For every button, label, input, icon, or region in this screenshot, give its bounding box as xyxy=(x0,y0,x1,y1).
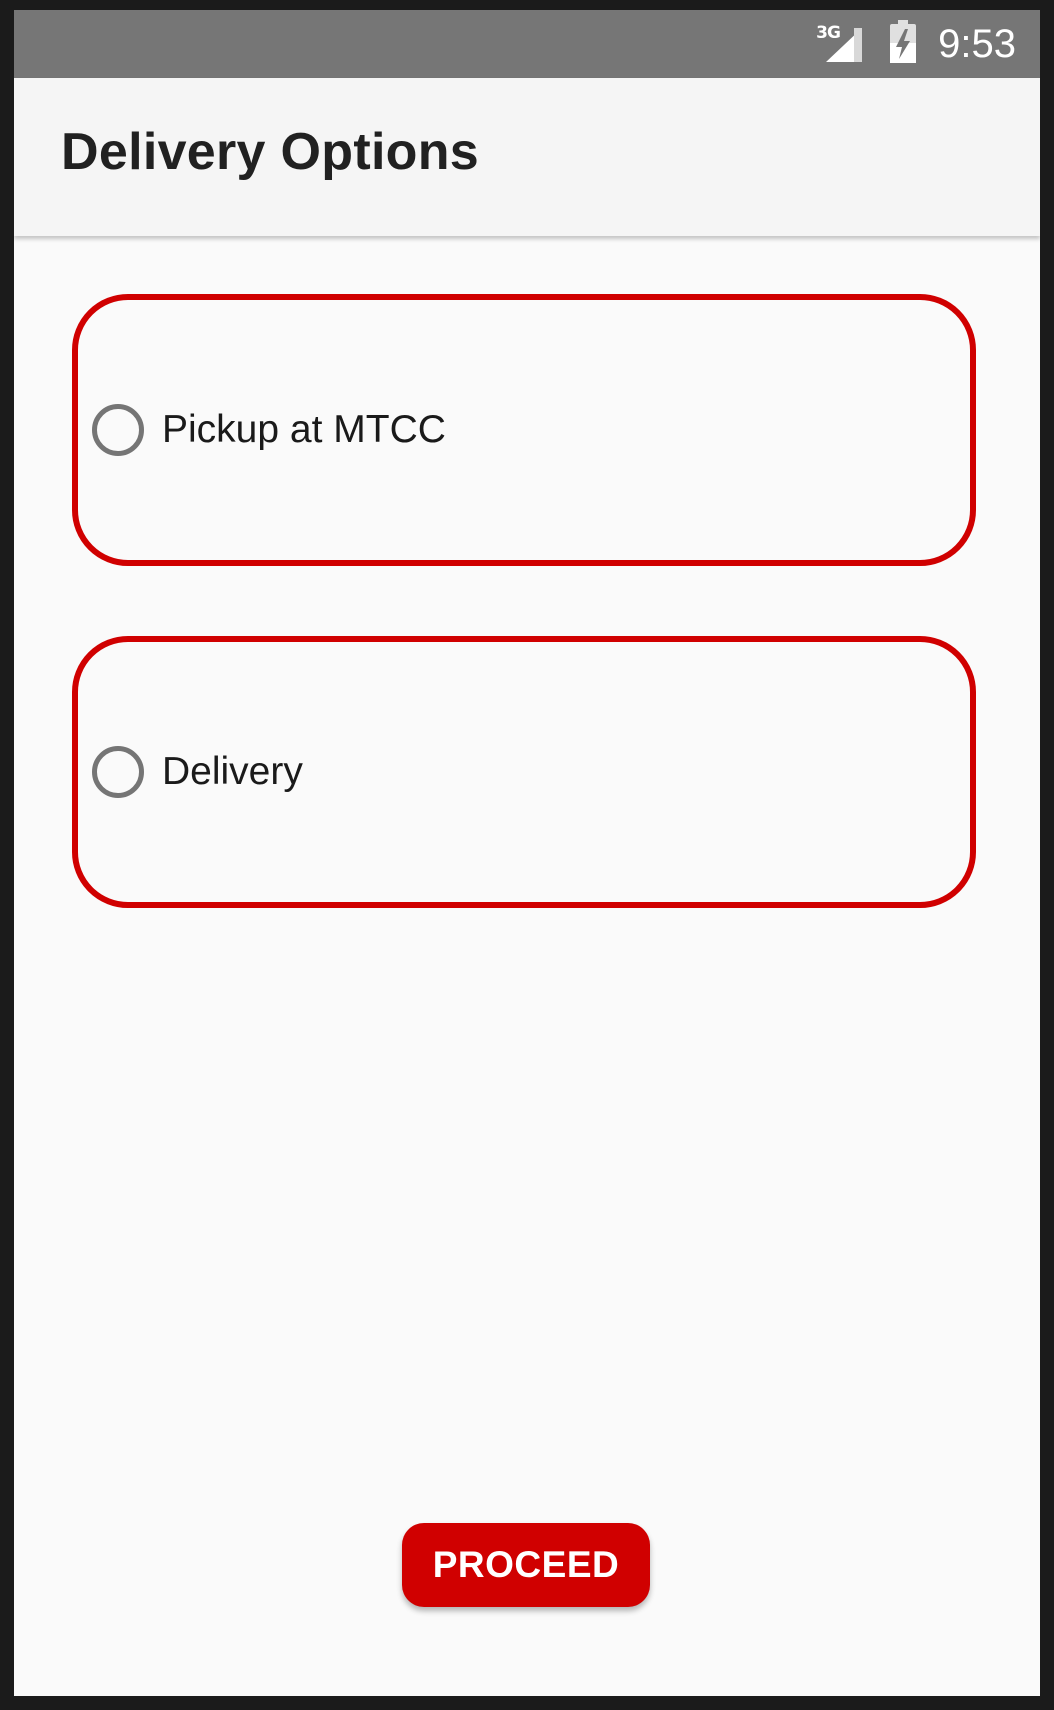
signal-icon: 3G xyxy=(814,22,866,66)
status-bar: 3G 9:53 xyxy=(14,10,1040,78)
delivery-option-label[interactable]: Delivery xyxy=(162,750,303,794)
pickup-option-card[interactable]: Pickup at MTCC xyxy=(72,294,976,566)
delivery-radio-button[interactable] xyxy=(92,746,144,798)
page-title: Delivery Options xyxy=(61,123,480,181)
status-icons: 3G 9:53 xyxy=(814,10,1016,78)
pickup-option-row[interactable]: Pickup at MTCC xyxy=(92,300,446,560)
network-type-label: 3G xyxy=(816,23,841,43)
proceed-button[interactable]: PROCEED xyxy=(402,1523,650,1607)
battery-charging-icon xyxy=(888,19,918,70)
delivery-option-row[interactable]: Delivery xyxy=(92,642,303,902)
pickup-option-label[interactable]: Pickup at MTCC xyxy=(162,408,446,452)
pickup-radio-button[interactable] xyxy=(92,404,144,456)
app-toolbar: Delivery Options xyxy=(14,78,1040,236)
phone-screen: 3G 9:53 Delivery Options Pickup at MTCC xyxy=(14,10,1040,1696)
status-time: 9:53 xyxy=(938,21,1016,66)
delivery-option-card[interactable]: Delivery xyxy=(72,636,976,908)
